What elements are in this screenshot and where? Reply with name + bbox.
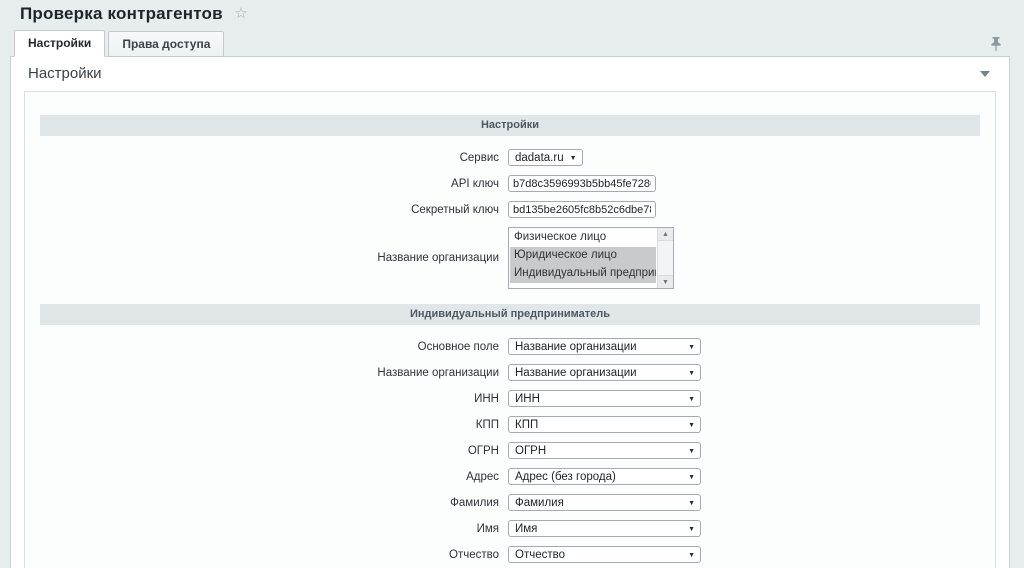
field-label: Фамилия xyxy=(40,497,508,509)
scroll-down-icon[interactable]: ▼ xyxy=(658,275,673,288)
service-select[interactable]: dadata.ru ▼ xyxy=(508,149,583,166)
field-label: ИНН xyxy=(40,393,508,405)
field-label: Основное поле xyxy=(40,341,508,353)
patronymic-select[interactable]: Отчество ▼ xyxy=(508,546,701,563)
selected-value: Имя xyxy=(515,523,537,535)
field-label: Адрес xyxy=(40,471,508,483)
favorite-star-icon[interactable]: ☆ xyxy=(234,4,247,22)
chevron-down-icon: ▼ xyxy=(688,551,695,560)
selected-value: Название организации xyxy=(515,341,637,353)
api-key-input[interactable] xyxy=(508,175,656,192)
scroll-up-icon[interactable]: ▲ xyxy=(658,228,673,241)
first-name-select[interactable]: Имя ▼ xyxy=(508,520,701,537)
selected-value: Адрес (без города) xyxy=(515,471,616,483)
field-label: ОГРН xyxy=(40,445,508,457)
field-label: КПП xyxy=(40,419,508,431)
field-row-address: Адрес Адрес (без города) ▼ xyxy=(40,468,980,485)
listbox-option[interactable]: Юридическое лицо xyxy=(510,247,656,265)
field-row-service: Сервис dadata.ru ▼ xyxy=(40,149,980,166)
chevron-down-icon[interactable] xyxy=(980,71,990,77)
kpp-select[interactable]: КПП ▼ xyxy=(508,416,701,433)
page-title: Проверка контрагентов xyxy=(20,4,223,23)
section-header: Индивидуальный предприниматель xyxy=(40,304,980,325)
section-header: Настройки xyxy=(40,115,980,136)
panel-header: Настройки xyxy=(11,57,1009,91)
selected-value: КПП xyxy=(515,419,538,431)
tab-access-rights[interactable]: Права доступа xyxy=(108,31,224,57)
selected-value: Отчество xyxy=(515,549,565,561)
tab-settings[interactable]: Настройки xyxy=(14,30,105,57)
settings-panel: Настройки Настройки Сервис dadata.ru ▼ API к… xyxy=(10,56,1010,568)
field-row-main-field: Основное поле Название организации ▼ xyxy=(40,338,980,355)
field-label: Сервис xyxy=(40,152,508,164)
field-row-organization-type: Название организацииФизическое лицоЮриди… xyxy=(40,227,980,289)
selected-value: ОГРН xyxy=(515,445,546,457)
chevron-down-icon: ▼ xyxy=(688,369,695,378)
form-area: Настройки Сервис dadata.ru ▼ API ключ Секретн… xyxy=(40,115,980,563)
selected-value: ИНН xyxy=(515,393,540,405)
field-label: Название организации xyxy=(40,252,508,264)
chevron-down-icon: ▼ xyxy=(688,395,695,404)
inn-select[interactable]: ИНН ▼ xyxy=(508,390,701,407)
field-row-first-name: Имя Имя ▼ xyxy=(40,520,980,537)
surname-select[interactable]: Фамилия ▼ xyxy=(508,494,701,511)
field-label: Секретный ключ xyxy=(40,204,508,216)
settings-form: Настройки Сервис dadata.ru ▼ API ключ Секретн… xyxy=(24,91,996,568)
field-row-patronymic: Отчество Отчество ▼ xyxy=(40,546,980,563)
chevron-down-icon: ▼ xyxy=(688,525,695,534)
page-header: Проверка контрагентов ☆ xyxy=(20,4,248,28)
ogrn-select[interactable]: ОГРН ▼ xyxy=(508,442,701,459)
panel-title: Настройки xyxy=(28,65,102,82)
field-row-surname: Фамилия Фамилия ▼ xyxy=(40,494,980,511)
tab-bar: НастройкиПрава доступа xyxy=(14,30,227,57)
selected-value: dadata.ru xyxy=(515,152,564,164)
selected-value: Фамилия xyxy=(515,497,564,509)
chevron-down-icon: ▼ xyxy=(688,499,695,508)
chevron-down-icon: ▼ xyxy=(688,473,695,482)
chevron-down-icon: ▼ xyxy=(688,447,695,456)
main-field-select[interactable]: Название организации ▼ xyxy=(508,338,701,355)
pin-icon[interactable] xyxy=(990,37,1002,52)
field-row-ogrn: ОГРН ОГРН ▼ xyxy=(40,442,980,459)
organization-type-listbox[interactable]: Физическое лицоЮридическое лицоИндивидуа… xyxy=(508,227,674,289)
selected-value: Название организации xyxy=(515,367,637,379)
field-label: Отчество xyxy=(40,549,508,561)
chevron-down-icon: ▼ xyxy=(570,154,577,163)
organization-name-select[interactable]: Название организации ▼ xyxy=(508,364,701,381)
field-row-api-key: API ключ xyxy=(40,175,980,192)
listbox-option[interactable]: Физическое лицо xyxy=(510,229,656,247)
field-row-inn: ИНН ИНН ▼ xyxy=(40,390,980,407)
field-row-kpp: КПП КПП ▼ xyxy=(40,416,980,433)
chevron-down-icon: ▼ xyxy=(688,421,695,430)
secret-key-input[interactable] xyxy=(508,201,656,218)
field-row-organization-name: Название организацииНазвание организации… xyxy=(40,364,980,381)
address-select[interactable]: Адрес (без города) ▼ xyxy=(508,468,701,485)
field-label: API ключ xyxy=(40,178,508,190)
listbox-option[interactable]: Индивидуальный предприниматель xyxy=(510,265,656,283)
field-label: Название организации xyxy=(40,367,508,379)
chevron-down-icon: ▼ xyxy=(688,343,695,352)
field-row-secret-key: Секретный ключ xyxy=(40,201,980,218)
listbox-scrollbar[interactable]: ▲▼ xyxy=(657,228,673,288)
field-label: Имя xyxy=(40,523,508,535)
